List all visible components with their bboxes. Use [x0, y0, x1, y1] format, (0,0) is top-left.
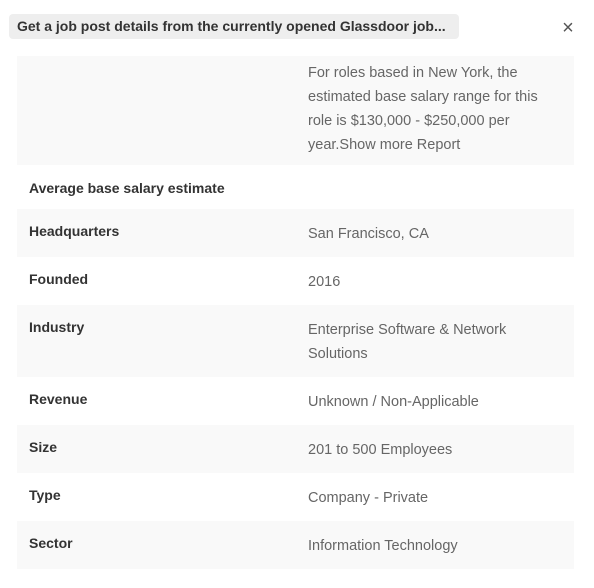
row-value: Company - Private: [308, 490, 429, 506]
salary-description-row: For roles based in New York, the estimat…: [17, 56, 574, 165]
average-salary-row: Average base salary estimate: [17, 179, 574, 199]
company-row-type: Type Company - Private: [17, 473, 574, 521]
row-label: Headquarters: [29, 223, 120, 239]
row-value: 2016: [308, 274, 341, 290]
row-label: Type: [29, 487, 61, 503]
salary-line: estimated base salary range for this: [308, 89, 538, 105]
row-label: Size: [29, 439, 58, 455]
close-icon[interactable]: ×: [559, 18, 577, 38]
row-value: Enterprise Software & Network Solutions: [308, 318, 563, 366]
row-label: Industry: [29, 319, 85, 335]
salary-line: For roles based in New York, the: [308, 65, 518, 81]
row-value: Information Technology: [308, 538, 458, 554]
job-details-panel[interactable]: For roles based in New York, the estimat…: [0, 56, 594, 588]
row-label: Revenue: [29, 391, 88, 407]
row-value-line: Enterprise Software & Network: [308, 322, 507, 338]
company-row-industry: Industry Enterprise Software & Network S…: [17, 305, 574, 377]
row-value-line: Solutions: [308, 346, 368, 362]
row-value: 201 to 500 Employees: [308, 442, 453, 458]
row-label: Sector: [29, 535, 73, 551]
salary-line: year.Show more Report: [308, 137, 461, 153]
company-row-sector: Sector Information Technology: [17, 521, 574, 569]
company-row-size: Size 201 to 500 Employees: [17, 425, 574, 473]
company-row-revenue: Revenue Unknown / Non-Applicable: [17, 377, 574, 425]
average-salary-label: Average base salary estimate: [29, 180, 225, 196]
row-label: Founded: [29, 271, 89, 287]
salary-description: For roles based in New York, the estimat…: [308, 61, 563, 157]
company-row-headquarters: Headquarters San Francisco, CA: [17, 209, 574, 257]
row-value: Unknown / Non-Applicable: [308, 394, 479, 410]
salary-line: role is $130,000 - $250,000 per: [308, 113, 510, 129]
row-value: San Francisco, CA: [308, 226, 429, 242]
company-row-founded: Founded 2016: [17, 257, 574, 305]
dialog-header: Get a job post details from the currentl…: [0, 0, 594, 56]
dialog-title: Get a job post details from the currentl…: [9, 14, 459, 39]
